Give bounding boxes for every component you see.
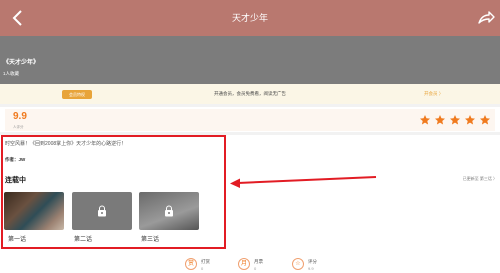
annotation-arrow-icon bbox=[230, 176, 377, 188]
monthly-ticket-count: 0 bbox=[254, 266, 257, 271]
tip-label: 打赏 bbox=[201, 259, 210, 264]
monthly-ticket-label: 月票 bbox=[254, 259, 263, 264]
top-nav-bar: 天才少年 bbox=[0, 0, 500, 36]
rate-icon: ☆ bbox=[292, 258, 304, 270]
tip-icon: 赏 bbox=[185, 258, 197, 270]
star-icon[interactable] bbox=[479, 114, 491, 126]
star-icon[interactable] bbox=[449, 114, 461, 126]
star-icon[interactable] bbox=[464, 114, 476, 126]
divider bbox=[0, 104, 500, 107]
update-progress-link[interactable]: 已更新至 第三话 〉 bbox=[463, 176, 497, 182]
star-icon[interactable] bbox=[419, 114, 431, 126]
monthly-ticket-icon: 月 bbox=[238, 258, 250, 270]
rating-panel: 9.9 人评分 bbox=[5, 109, 495, 131]
comic-hero: 《天才少年》 1人收藏 bbox=[0, 36, 500, 84]
share-icon[interactable] bbox=[476, 8, 496, 28]
open-vip-link[interactable]: 开会员 〉 bbox=[424, 91, 443, 97]
favorite-count: 1人收藏 bbox=[3, 71, 20, 76]
annotation-highlight-box bbox=[1, 135, 226, 249]
tip-count: 0 bbox=[201, 266, 204, 271]
vip-banner: 会员特权 开通会员，会员免费看，阅读无广告 开会员 〉 bbox=[0, 84, 500, 104]
page-title: 天才少年 bbox=[231, 13, 268, 23]
action-footer: 赏 打赏 0 月 月票 0 ☆ 评分 9.9 bbox=[0, 256, 500, 273]
rate-score: 9.9 bbox=[308, 266, 314, 271]
comic-title: 《天才少年》 bbox=[3, 60, 40, 66]
rating-score: 9.9 bbox=[13, 111, 27, 122]
rating-label: 人评分 bbox=[13, 125, 24, 129]
rating-stars[interactable] bbox=[419, 114, 491, 126]
star-icon[interactable] bbox=[434, 114, 446, 126]
rate-label: 评分 bbox=[308, 259, 317, 264]
